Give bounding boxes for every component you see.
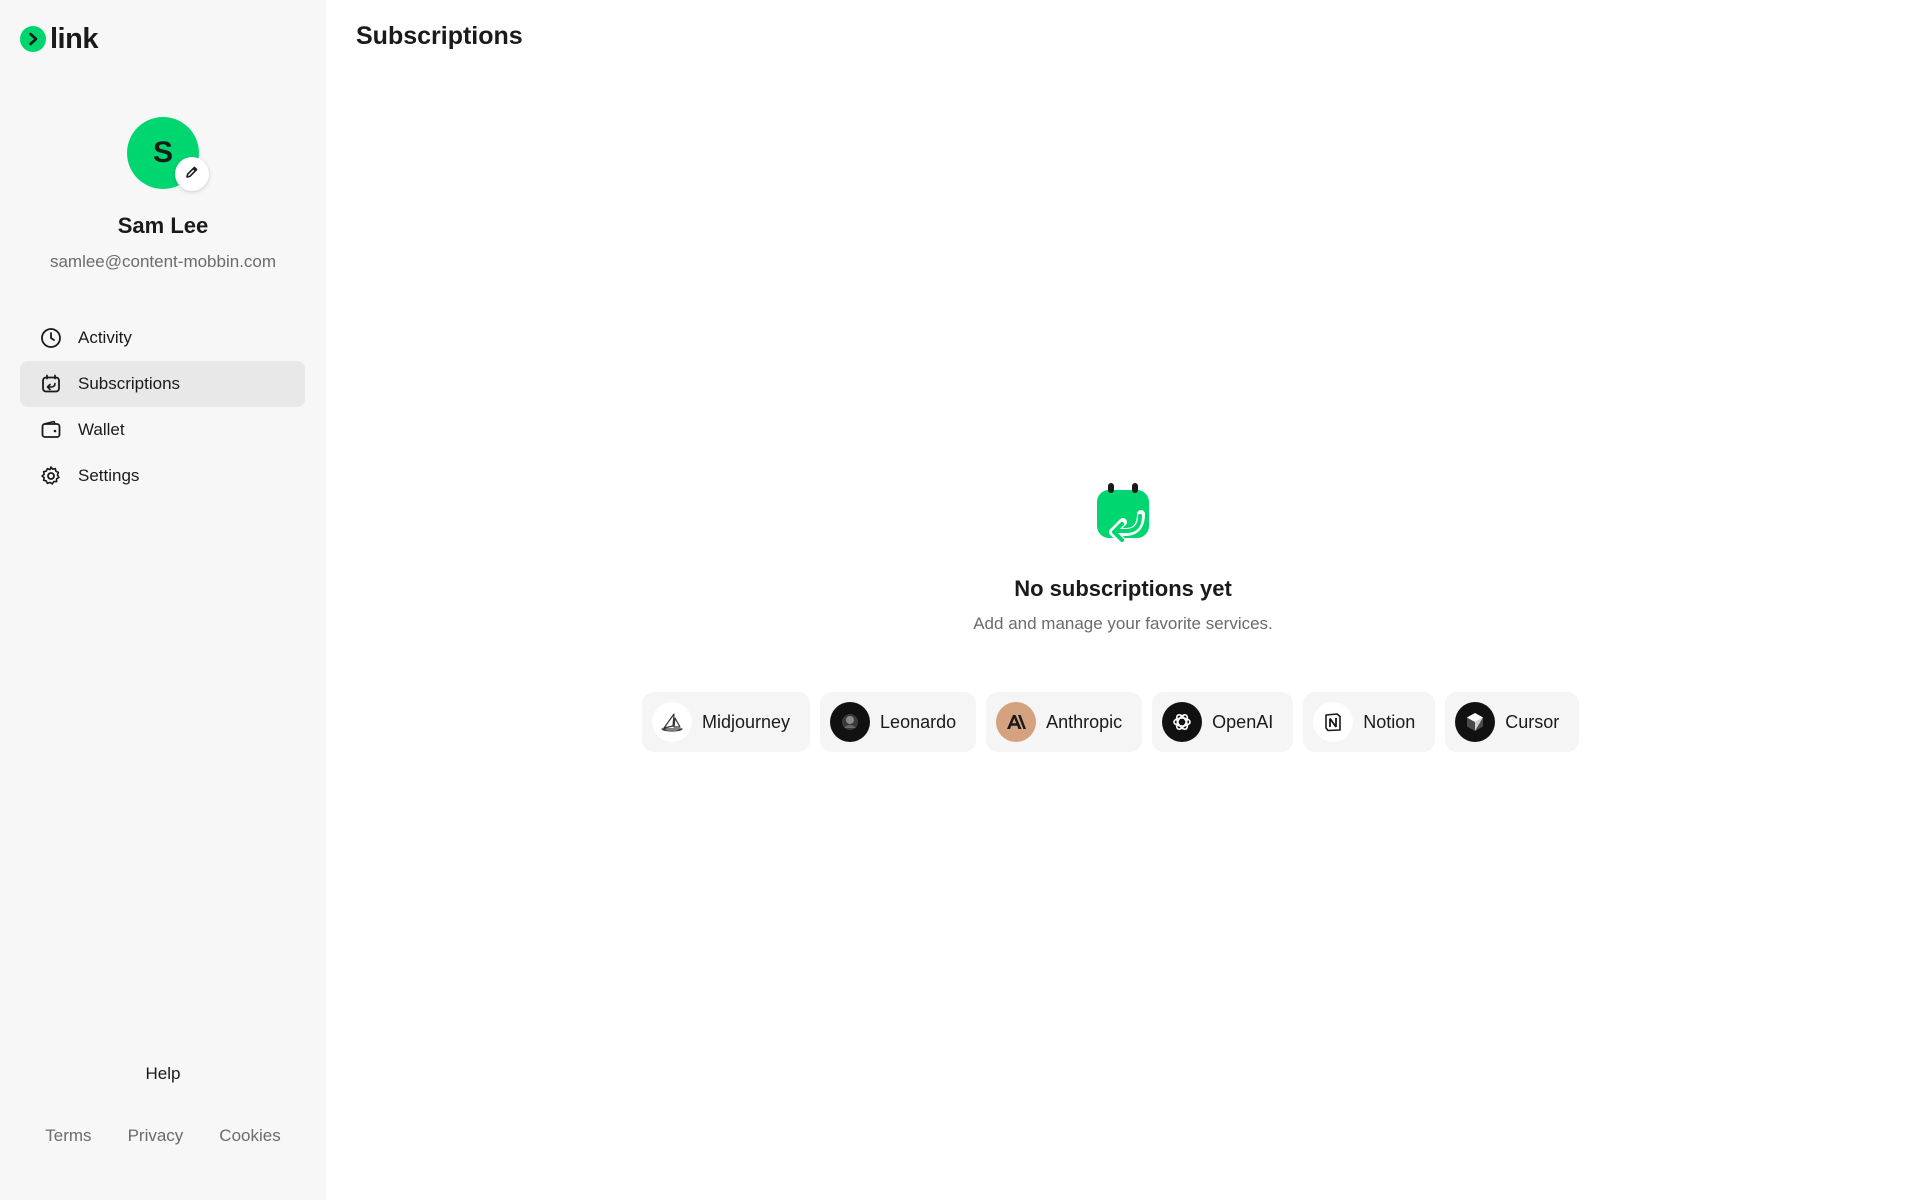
- service-name: Anthropic: [1046, 711, 1123, 732]
- page-title: Subscriptions: [356, 22, 523, 50]
- chevron-right-icon: [20, 26, 46, 52]
- service-chip-leonardo[interactable]: Leonardo: [820, 692, 977, 752]
- sidebar-item-label: Activity: [78, 328, 132, 347]
- sidebar-nav: Activity Subscriptions Wallet Settings: [20, 315, 305, 499]
- terms-link[interactable]: Terms: [45, 1126, 91, 1146]
- notion-logo-icon: [1313, 702, 1354, 742]
- sidebar-item-label: Wallet: [78, 420, 125, 439]
- calendar-return-icon: [40, 373, 62, 395]
- wallet-icon: [40, 419, 62, 441]
- openai-logo-icon: [1162, 702, 1203, 742]
- service-chip-midjourney[interactable]: Midjourney: [642, 692, 811, 752]
- service-chip-openai[interactable]: OpenAI: [1152, 692, 1294, 752]
- service-chip-anthropic[interactable]: Anthropic: [986, 692, 1143, 752]
- sidebar-item-wallet[interactable]: Wallet: [20, 407, 305, 453]
- suggested-services: Midjourney Leonardo Anthropic OpenAI Not…: [642, 692, 1580, 752]
- service-name: Leonardo: [880, 711, 957, 732]
- cookies-link[interactable]: Cookies: [219, 1126, 280, 1146]
- footer-links: Terms Privacy Cookies: [0, 1126, 326, 1146]
- sidebar-item-label: Settings: [78, 466, 140, 485]
- logo-text: link: [50, 23, 98, 55]
- user-name: Sam Lee: [117, 213, 209, 238]
- service-name: Notion: [1363, 711, 1416, 732]
- service-name: OpenAI: [1212, 711, 1274, 732]
- edit-avatar-button[interactable]: [175, 157, 209, 191]
- sidebar-item-label: Subscriptions: [78, 374, 181, 393]
- empty-state: No subscriptions yet Add and manage your…: [326, 480, 1920, 634]
- cursor-logo-icon: [1455, 702, 1496, 742]
- link-logo[interactable]: link: [20, 24, 98, 54]
- midjourney-logo-icon: [652, 702, 692, 742]
- empty-state-title: No subscriptions yet: [1014, 576, 1232, 601]
- empty-state-subtitle: Add and manage your favorite services.: [973, 614, 1273, 633]
- help-link[interactable]: Help: [0, 1064, 326, 1084]
- sidebar: link S Sam Lee samlee@content-mobbin.com…: [0, 0, 326, 1200]
- leonardo-logo-icon: [830, 702, 871, 742]
- calendar-return-icon: [1091, 480, 1155, 558]
- pencil-icon: [185, 165, 199, 184]
- clock-icon: [40, 327, 62, 349]
- service-chip-notion[interactable]: Notion: [1303, 692, 1436, 752]
- avatar-container: S: [127, 117, 209, 191]
- service-chip-cursor[interactable]: Cursor: [1445, 692, 1580, 752]
- sidebar-item-subscriptions[interactable]: Subscriptions: [20, 361, 305, 407]
- service-name: Cursor: [1505, 711, 1560, 732]
- sidebar-item-settings[interactable]: Settings: [20, 453, 305, 499]
- service-name: Midjourney: [702, 711, 791, 732]
- gear-icon: [40, 465, 62, 487]
- sidebar-item-activity[interactable]: Activity: [20, 315, 305, 361]
- user-email: samlee@content-mobbin.com: [49, 252, 277, 271]
- privacy-link[interactable]: Privacy: [128, 1126, 184, 1146]
- anthropic-logo-icon: [996, 702, 1037, 742]
